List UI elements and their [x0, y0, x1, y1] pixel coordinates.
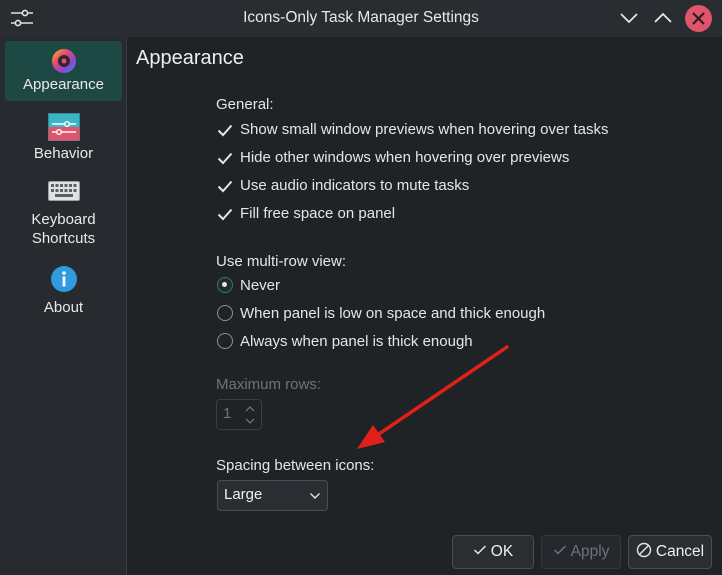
sidebar-item-label-line1: Keyboard [31, 211, 96, 228]
radio-label: Never [240, 277, 281, 294]
sidebar-item-label: About [43, 299, 84, 316]
radio-indicator [217, 277, 233, 293]
color-wheel-icon [51, 49, 76, 73]
sidebar-item-keyboard-shortcuts[interactable]: Keyboard Shortcuts [5, 181, 122, 255]
checkbox-label: Hide other windows when hovering over pr… [240, 149, 570, 166]
close-icon [692, 12, 705, 25]
ok-button[interactable]: OK [452, 535, 534, 569]
radio-indicator [217, 305, 233, 321]
general-label: General: [216, 96, 274, 113]
checkmark-icon [217, 124, 233, 137]
window-title: Icons-Only Task Manager Settings [243, 9, 479, 26]
spacing-combobox[interactable]: Large [217, 480, 328, 511]
sidebar-item-label: Appearance [23, 76, 104, 93]
checkmark-icon [473, 545, 486, 555]
sidebar: Appearance Behavior Keyboard Shortcuts A… [0, 37, 127, 575]
checkbox-label: Fill free space on panel [240, 205, 396, 222]
checkmark-icon [217, 180, 233, 193]
combobox-value: Large [224, 486, 263, 503]
cancel-button[interactable]: Cancel [628, 535, 712, 569]
multirow-label: Use multi-row view: [216, 253, 347, 270]
spacing-label: Spacing between icons: [216, 457, 375, 474]
checkbox-label: Show small window previews when hovering… [240, 121, 609, 138]
sidebar-item-label-line2: Shortcuts [31, 230, 96, 247]
apply-button[interactable]: Apply [541, 535, 621, 569]
maximize-button[interactable] [650, 6, 676, 30]
spin-arrows-icon [245, 406, 255, 424]
sidebar-item-about[interactable]: About [5, 265, 122, 321]
sidebar-item-label: Behavior [33, 145, 94, 162]
chevron-down-icon [310, 493, 320, 499]
minimize-button[interactable] [616, 6, 642, 30]
sidebar-item-behavior[interactable]: Behavior [5, 111, 122, 167]
maximum-rows-label: Maximum rows: [216, 376, 322, 393]
title-bar: Icons-Only Task Manager Settings [0, 0, 722, 37]
cancel-label: Cancel [655, 543, 705, 560]
checkbox-label: Use audio indicators to mute tasks [240, 177, 470, 194]
page-title: Appearance [136, 47, 244, 69]
radio-label: When panel is low on space and thick eno… [240, 305, 546, 322]
checkmark-icon [217, 152, 233, 165]
radio-label: Always when panel is thick enough [240, 333, 473, 350]
ok-label: OK [490, 543, 514, 560]
keyboard-icon [47, 181, 80, 201]
checkmark-icon [553, 545, 566, 555]
spinbox-value: 1 [223, 405, 232, 422]
info-icon [50, 266, 77, 292]
cancel-icon [636, 543, 652, 558]
sidebar-item-appearance[interactable]: Appearance [5, 41, 122, 101]
close-button[interactable] [685, 5, 712, 32]
apply-label: Apply [570, 543, 610, 560]
window-settings-icon [47, 113, 80, 141]
settings-content: Appearance General: Show small window pr… [128, 37, 722, 575]
checkmark-icon [217, 208, 233, 221]
radio-indicator [217, 333, 233, 349]
maximum-rows-spinbox[interactable]: 1 [216, 399, 262, 430]
